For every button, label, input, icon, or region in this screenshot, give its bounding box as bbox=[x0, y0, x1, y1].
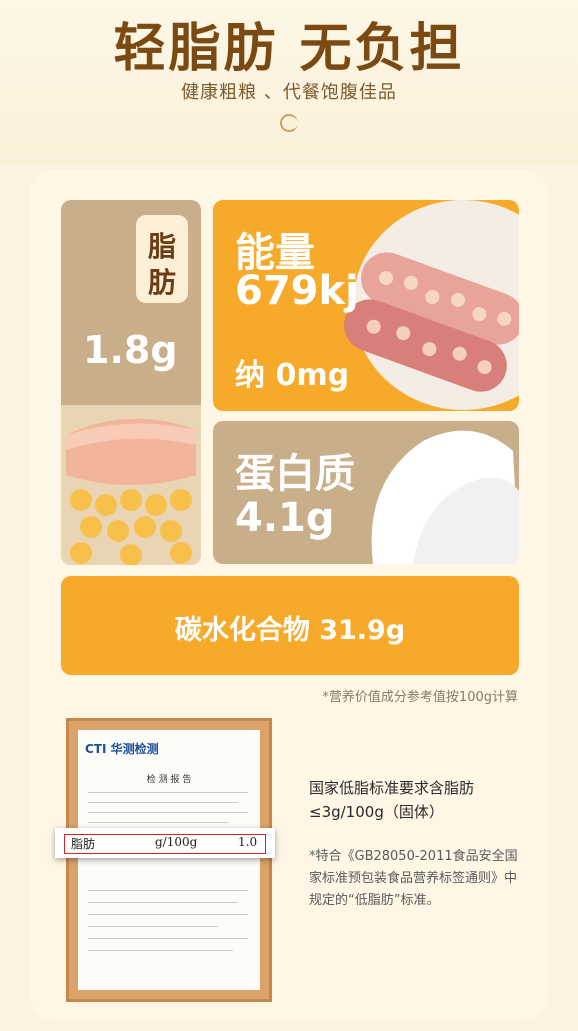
row-item: 脂肪 bbox=[71, 837, 96, 851]
fat-illustration bbox=[61, 405, 201, 565]
energy-value: 679kj bbox=[235, 268, 359, 314]
report-line bbox=[88, 812, 248, 813]
report-line bbox=[88, 802, 238, 803]
standard-text: 国家低脂标准要求含脂肪≤3g/100g（固体） bbox=[309, 779, 475, 821]
page-subtitle: 健康粗粮 、代餐饱腹佳品 bbox=[181, 82, 397, 103]
report-line bbox=[88, 938, 248, 939]
fat-tile: 脂 肪 1.8g bbox=[61, 200, 201, 565]
corn-plate-illustration bbox=[343, 200, 519, 410]
report-line bbox=[88, 792, 248, 793]
report-line bbox=[88, 902, 238, 903]
protein-value: 4.1g bbox=[235, 495, 335, 541]
report-title: 检 测 报 告 bbox=[146, 775, 192, 785]
row-unit: g/100g bbox=[155, 835, 198, 849]
row-value: 1.0 bbox=[238, 835, 258, 849]
fat-label-char1: 脂 bbox=[147, 230, 176, 263]
protein-label: 蛋白质 bbox=[235, 451, 355, 497]
fat-label-badge: 脂 肪 bbox=[136, 215, 188, 303]
standard-note: *特合《GB28050-2011食品安全国家标准预包装食品营养标签通则》中规定的… bbox=[309, 849, 518, 908]
carb-value: 碳水化合物 31.9g bbox=[174, 615, 406, 646]
report-frame: CTI 华测检测 检 测 报 告 bbox=[66, 718, 272, 1002]
report-highlight-row: 脂肪 g/100g 1.0 bbox=[55, 828, 275, 858]
nutrition-note: *营养价值成分参考值按100g计算 bbox=[322, 690, 518, 705]
report-line bbox=[88, 914, 248, 915]
sodium-value: 纳 0mg bbox=[235, 358, 350, 393]
milk-splash-illustration bbox=[371, 430, 519, 564]
protein-tile: 蛋白质 4.1g bbox=[213, 421, 519, 564]
moon-ornament-icon bbox=[280, 114, 298, 132]
report-brand: CTI 华测检测 bbox=[85, 742, 159, 756]
carb-tile: 碳水化合物 31.9g bbox=[61, 576, 519, 675]
report-line bbox=[88, 950, 233, 951]
page-title: 轻脂肪 无负担 bbox=[113, 19, 465, 79]
report-line bbox=[88, 822, 228, 823]
report-paper: CTI 华测检测 检 测 报 告 bbox=[78, 730, 260, 990]
report-line bbox=[88, 926, 218, 927]
fat-value: 1.8g bbox=[83, 328, 178, 372]
fat-label-char2: 肪 bbox=[147, 266, 176, 299]
energy-tile: 能量 679kj 纳 0mg bbox=[213, 200, 519, 411]
report-line bbox=[88, 890, 248, 891]
